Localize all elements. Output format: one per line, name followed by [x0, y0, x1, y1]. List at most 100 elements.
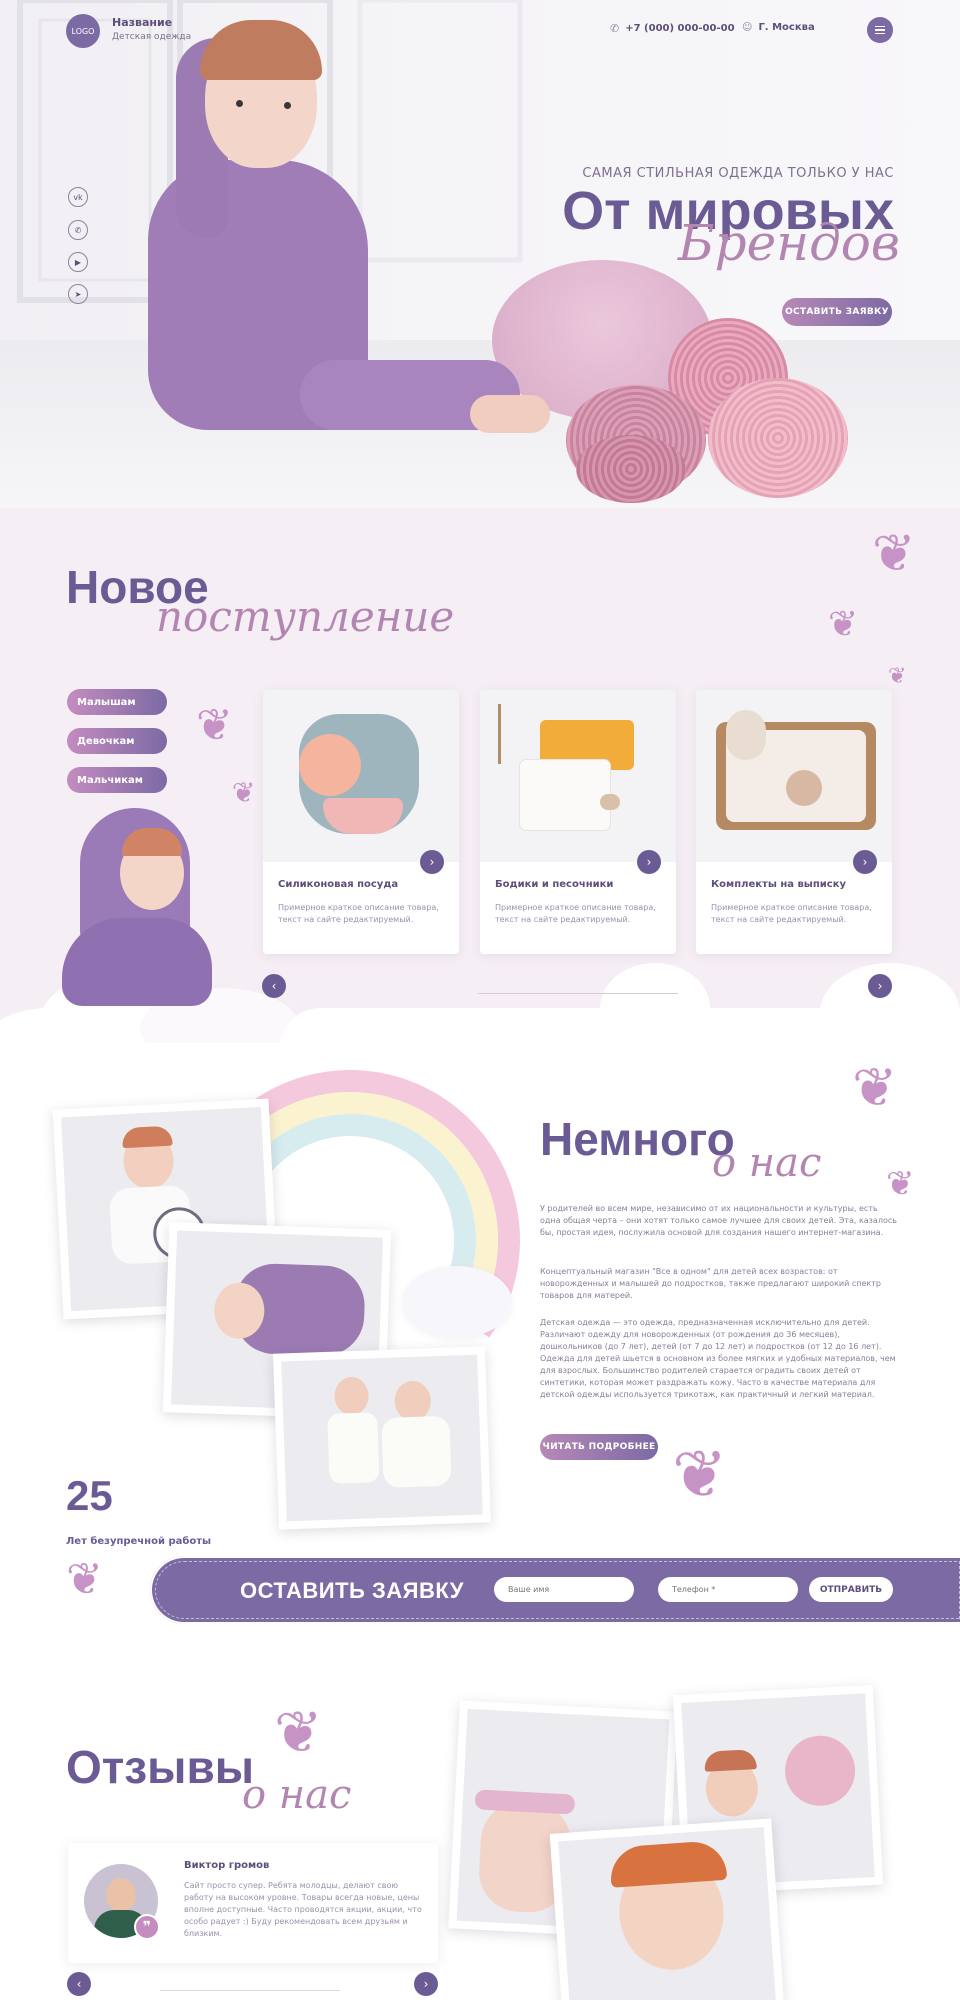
phone-icon: ✆ [610, 22, 620, 35]
product-card[interactable]: › Бодики и песочники Примерное краткое о… [480, 690, 676, 954]
about-paragraph: Концептуальный магазин "Все в одном" для… [540, 1267, 881, 1300]
card-arrow-button[interactable]: › [420, 850, 444, 874]
butterfly-icon: ❦ [872, 524, 916, 584]
logo[interactable]: LOGO [66, 14, 100, 48]
review-photo [549, 1818, 785, 2000]
vk-icon[interactable]: vk [68, 187, 88, 207]
about-script-title: о нас [712, 1140, 822, 1186]
yarn-ball [708, 378, 848, 498]
kid-outfit [381, 1415, 452, 1488]
slider-prev-button[interactable]: ‹ [262, 974, 286, 998]
kid-face [333, 1376, 370, 1416]
bootie-shape [600, 794, 620, 810]
category-boys-button[interactable]: Мальчикам [67, 767, 167, 793]
menu-line [875, 25, 885, 28]
product-image [696, 690, 892, 862]
category-babies-button[interactable]: Малышам [67, 689, 167, 715]
cloud-decoration [820, 963, 960, 1043]
photo-two-kids [281, 1354, 483, 1522]
whatsapp-icon[interactable]: ✆ [68, 220, 88, 240]
butterfly-icon: ❦ [852, 1056, 898, 1119]
header-city[interactable]: ☺ Г. Москва [742, 22, 815, 33]
kid-face [394, 1380, 432, 1422]
reviews-title: Отзывы [66, 1741, 255, 1793]
hero-script-title: Брендов [677, 214, 900, 272]
brand-subtitle: Детская одежда [112, 32, 192, 42]
product-title: Комплекты на выписку [711, 879, 846, 890]
product-card[interactable]: › Силиконовая посуда Примерное краткое о… [263, 690, 459, 954]
butterfly-icon: ❦ [66, 1554, 103, 1605]
cloud-decoration [600, 963, 710, 1043]
arrivals-script-title: поступление [156, 592, 455, 641]
reviews-progress [160, 1990, 340, 1991]
youtube-icon[interactable]: ▶ [68, 252, 88, 272]
product-card[interactable]: › Комплекты на выписку Примерное краткое… [696, 690, 892, 954]
teddy-bear [726, 710, 766, 760]
reviews-prev-button[interactable]: ‹ [67, 1972, 91, 1996]
baby-foot [470, 395, 550, 433]
person-icon: ☺ [742, 22, 753, 33]
quote-icon: ❞ [134, 1914, 160, 1940]
product-description: Примерное краткое описание товара, текст… [711, 903, 872, 924]
reviews-script-title: о нас [242, 1772, 352, 1818]
brand-name: Название [112, 16, 173, 29]
read-more-button[interactable]: ЧИТАТЬ ПОДРОБНЕЕ [540, 1434, 658, 1460]
telegram-icon[interactable]: ➤ [68, 284, 88, 304]
baby-eye [236, 100, 243, 107]
bodysuit-shape [520, 760, 610, 830]
about-paragraph: Детская одежда — это одежда, предназначе… [540, 1318, 896, 1399]
phone-number: +7 (000) 000-00-00 [625, 23, 735, 34]
avatar-face [106, 1878, 136, 1912]
child-hair [608, 1839, 728, 1888]
flower-bouquet [783, 1733, 857, 1808]
photo-laughing-child [558, 1827, 776, 2000]
hero-kicker: САМАЯ СТИЛЬНАЯ ОДЕЖДА ТОЛЬКО У НАС [582, 166, 894, 181]
cloud-decoration [402, 1266, 512, 1338]
about-photo [272, 1346, 492, 1530]
butterfly-icon: ❦ [672, 1436, 728, 1513]
product-description: Примерное краткое описание товара, текст… [278, 903, 439, 924]
butterfly-icon: ❦ [196, 700, 233, 751]
review-text: Сайт просто супер. Ребята молодцы, делаю… [184, 1881, 422, 1938]
product-description: Примерное краткое описание товара, текст… [495, 903, 656, 924]
baby-hair [703, 1749, 757, 1772]
reviewer-name: Виктор громов [184, 1860, 270, 1871]
hamburger-menu-button[interactable] [867, 17, 893, 43]
hero-request-button[interactable]: ОСТАВИТЬ ЗАЯВКУ [782, 298, 892, 326]
menu-line [875, 32, 885, 35]
menu-line [875, 29, 885, 31]
phone-input[interactable] [658, 1577, 798, 1602]
cotton-stem [498, 704, 501, 764]
request-title: ОСТАВИТЬ ЗАЯВКУ [240, 1578, 464, 1603]
send-button[interactable]: ОТПРАВИТЬ [809, 1577, 893, 1602]
baby-hair [121, 1125, 173, 1149]
baby-image [62, 808, 212, 1006]
slider-next-button[interactable]: › [868, 974, 892, 998]
butterfly-icon: ❦ [888, 664, 907, 689]
product-title: Бодики и песочники [495, 879, 614, 890]
category-girls-button[interactable]: Девочкам [67, 728, 167, 754]
product-image [263, 690, 459, 862]
reviews-next-button[interactable]: › [414, 1972, 438, 1996]
years-label: Лет безупречной работы [66, 1536, 212, 1547]
bowl-shape [299, 734, 361, 796]
flower-headband [474, 1789, 576, 1815]
city-label: Г. Москва [758, 22, 815, 33]
years-number: 25 [66, 1472, 113, 1519]
butterfly-icon: ❦ [828, 604, 859, 645]
butterfly-icon: ❦ [886, 1164, 915, 1204]
name-input[interactable] [494, 1577, 634, 1602]
kid-outfit [327, 1412, 380, 1484]
header-phone[interactable]: ✆ +7 (000) 000-00-00 [610, 22, 735, 35]
baby-eye [284, 102, 291, 109]
card-arrow-button[interactable]: › [637, 850, 661, 874]
product-image [480, 690, 676, 862]
about-title: Немного [540, 1113, 735, 1165]
about-paragraph: У родителей во всем мире, независимо от … [540, 1204, 897, 1237]
toy-ring [786, 770, 822, 806]
product-title: Силиконовая посуда [278, 879, 399, 890]
yarn-ball [576, 435, 686, 503]
card-arrow-button[interactable]: › [853, 850, 877, 874]
baby-outfit [62, 918, 212, 1006]
butterfly-icon: ❦ [232, 776, 256, 809]
